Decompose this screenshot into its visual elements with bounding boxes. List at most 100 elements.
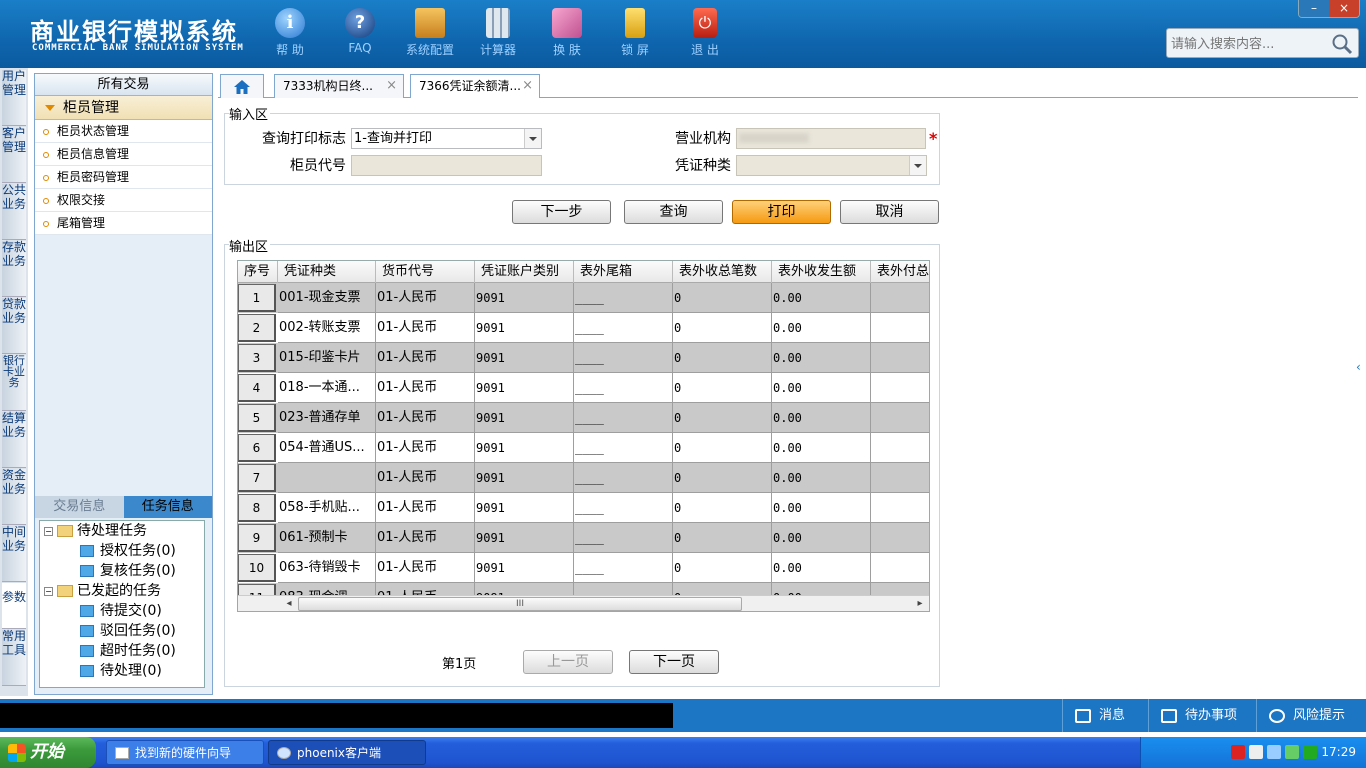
cell-income-amount[interactable]: 0.00 [772, 553, 871, 583]
cell-voucher-type[interactable]: 002-转账支票 [278, 313, 376, 343]
cell-income-amount[interactable]: 0.00 [772, 283, 871, 313]
vnav-user-management[interactable]: 用户管理 [2, 69, 26, 126]
collapse-icon[interactable]: − [44, 526, 53, 536]
menu-teller-status[interactable]: 柜员状态管理 [35, 120, 212, 143]
tab-task-info[interactable]: 任务信息 [123, 496, 212, 518]
tab-home[interactable] [220, 74, 264, 98]
col-header-account-category[interactable]: 凭证账户类别 [475, 261, 574, 283]
tree-node-pending[interactable]: − 待处理任务 [44, 521, 147, 541]
cell-currency[interactable]: 01-人民币 [376, 463, 475, 493]
scroll-right-icon[interactable]: ▸ [913, 597, 927, 611]
vnav-deposit-business[interactable]: 存款业务 [2, 240, 26, 297]
all-transactions-header[interactable]: 所有交易 [35, 74, 212, 96]
cell-income-amount[interactable]: 0.00 [772, 313, 871, 343]
cell-income-count[interactable]: 0 [673, 433, 772, 463]
col-header-seq[interactable]: 序号 [238, 261, 278, 283]
vnav-public-business[interactable]: 公共业务 [2, 183, 26, 240]
cell-payout-total[interactable] [871, 313, 929, 343]
table-row[interactable]: 1 001-现金支票 01-人民币 9091 ____ 0 0.00 [238, 283, 929, 313]
table-row[interactable]: 7 01-人民币 9091 ____ 0 0.00 [238, 463, 929, 493]
cell-income-count[interactable]: 0 [673, 343, 772, 373]
cell-income-count[interactable]: 0 [673, 463, 772, 493]
close-tab-icon[interactable]: × [522, 75, 533, 97]
cell-income-count[interactable]: 0 [673, 553, 772, 583]
cell-payout-total[interactable] [871, 343, 929, 373]
cell-account-category[interactable]: 9091 [475, 493, 574, 523]
cell-income-count[interactable]: 0 [673, 523, 772, 553]
skin-button[interactable]: 换 肤 [532, 8, 602, 58]
cell-voucher-type[interactable]: 063-待销毁卡 [278, 553, 376, 583]
tab-transaction-info[interactable]: 交易信息 [35, 496, 124, 518]
cell-currency[interactable]: 01-人民币 [376, 493, 475, 523]
table-row[interactable]: 8 058-手机贴... 01-人民币 9091 ____ 0 0.00 [238, 493, 929, 523]
network-icon[interactable] [1231, 745, 1245, 759]
tree-node-review[interactable]: 复核任务(0) [80, 561, 176, 581]
vm-icon[interactable] [1303, 745, 1317, 759]
vnav-intermediate-business[interactable]: 中间业务 [2, 525, 26, 582]
close-tab-icon[interactable]: × [386, 75, 397, 97]
collapse-icon[interactable]: − [44, 586, 53, 596]
col-header-payout-total[interactable]: 表外付总 [871, 261, 929, 283]
tree-node-authorize[interactable]: 授权任务(0) [80, 541, 176, 561]
menu-permission-handover[interactable]: 权限交接 [35, 189, 212, 212]
tree-node-to-process[interactable]: 待处理(0) [80, 661, 162, 681]
col-header-offbalance-box[interactable]: 表外尾箱 [574, 261, 673, 283]
cell-payout-total[interactable] [871, 373, 929, 403]
cell-account-category[interactable]: 9091 [475, 433, 574, 463]
cell-income-amount[interactable]: 0.00 [772, 493, 871, 523]
cell-offbalance-box[interactable]: ____ [574, 523, 673, 553]
menu-teller-password[interactable]: 柜员密码管理 [35, 166, 212, 189]
cell-income-amount[interactable]: 0.00 [772, 403, 871, 433]
task-phoenix-client[interactable]: phoenix客户端 [268, 740, 426, 765]
cell-seq[interactable]: 9 [238, 524, 276, 552]
search-icon[interactable] [1330, 32, 1354, 56]
cell-currency[interactable]: 01-人民币 [376, 433, 475, 463]
cell-payout-total[interactable] [871, 403, 929, 433]
task-hardware-wizard[interactable]: 找到新的硬件向导 [106, 740, 264, 765]
cell-currency[interactable]: 01-人民币 [376, 523, 475, 553]
cell-seq[interactable]: 8 [238, 494, 276, 522]
cell-offbalance-box[interactable]: ____ [574, 463, 673, 493]
query-flag-select[interactable]: 1-查询并打印 [351, 128, 542, 149]
cell-voucher-type[interactable]: 061-预制卡 [278, 523, 376, 553]
cell-voucher-type[interactable]: 058-手机贴... [278, 493, 376, 523]
cell-currency[interactable]: 01-人民币 [376, 373, 475, 403]
cell-account-category[interactable]: 9091 [475, 553, 574, 583]
cell-offbalance-box[interactable]: ____ [574, 553, 673, 583]
cell-income-amount[interactable]: 0.00 [772, 523, 871, 553]
tree-node-to-submit[interactable]: 待提交(0) [80, 601, 162, 621]
cell-seq[interactable]: 6 [238, 434, 276, 462]
group-teller-management[interactable]: 柜员管理 [35, 96, 212, 120]
cell-payout-total[interactable] [871, 283, 929, 313]
cell-offbalance-box[interactable]: ____ [574, 313, 673, 343]
menu-teller-info[interactable]: 柜员信息管理 [35, 143, 212, 166]
cell-income-count[interactable]: 0 [673, 373, 772, 403]
tab-7333[interactable]: 7333机构日终... × [274, 74, 404, 98]
col-header-currency[interactable]: 货币代号 [376, 261, 475, 283]
vnav-common-tools[interactable]: 常用工具 [2, 629, 26, 686]
cell-income-amount[interactable]: 0.00 [772, 433, 871, 463]
cell-income-amount[interactable]: 0.00 [772, 343, 871, 373]
col-header-income-count[interactable]: 表外收总笔数 [673, 261, 772, 283]
vnav-parameters[interactable]: 参数 [2, 583, 26, 629]
security-icon[interactable] [1285, 745, 1299, 759]
cell-voucher-type[interactable]: 023-普通存单 [278, 403, 376, 433]
cell-account-category[interactable]: 9091 [475, 463, 574, 493]
cell-seq[interactable]: 3 [238, 344, 276, 372]
scroll-left-icon[interactable]: ◂ [282, 597, 296, 611]
exit-button[interactable]: ⏻ 退 出 [670, 8, 740, 58]
cell-voucher-type[interactable]: 054-普通US... [278, 433, 376, 463]
cell-payout-total[interactable] [871, 433, 929, 463]
cell-account-category[interactable]: 9091 [475, 403, 574, 433]
cell-offbalance-box[interactable]: ____ [574, 343, 673, 373]
minimize-button[interactable]: – [1299, 0, 1329, 17]
cell-payout-total[interactable] [871, 463, 929, 493]
print-button[interactable]: 打印 [732, 200, 831, 224]
close-button[interactable]: × [1329, 0, 1359, 17]
system-config-button[interactable]: 系统配置 [395, 8, 465, 58]
table-row[interactable]: 6 054-普通US... 01-人民币 9091 ____ 0 0.00 [238, 433, 929, 463]
vnav-card-business[interactable]: 银行卡业务 [2, 355, 26, 411]
search-input[interactable] [1171, 34, 1331, 54]
scroll-thumb[interactable]: III [298, 597, 742, 611]
cell-seq[interactable]: 7 [238, 464, 276, 492]
